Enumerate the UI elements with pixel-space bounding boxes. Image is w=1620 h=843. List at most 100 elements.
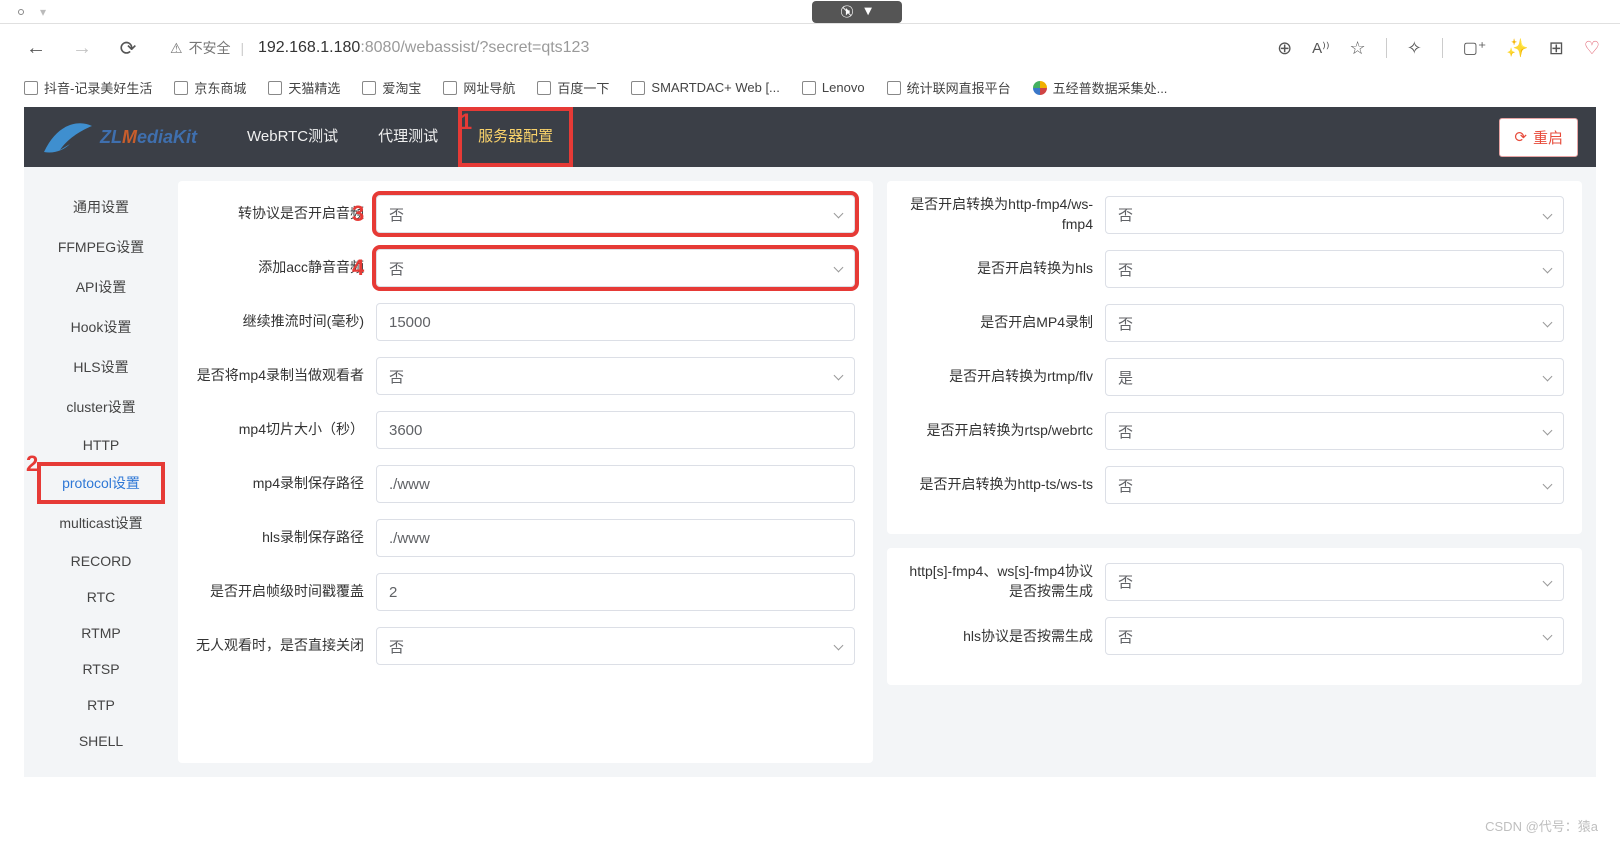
select-dropdown[interactable]: 否 [1105, 250, 1564, 288]
form-label: 继续推流时间(毫秒) [196, 312, 376, 332]
form-row: 无人观看时，是否直接关闭否 [196, 627, 855, 665]
bookmark-label: 爱淘宝 [382, 78, 421, 97]
logo-text: ZLMediaKit [100, 127, 197, 148]
restart-button[interactable]: ⟳ 重启 [1499, 118, 1578, 157]
bookmark-icon [887, 81, 901, 95]
form-label: 是否将mp4录制当做观看者 [196, 366, 376, 386]
nav-tab[interactable]: 代理测试1 [358, 107, 458, 167]
nav-tab[interactable]: 服务器配置 [458, 107, 573, 167]
sidebar-item[interactable]: API设置 [38, 267, 164, 307]
text-input[interactable]: 2 [376, 573, 855, 611]
search-icon[interactable]: ⊕ [1277, 38, 1292, 59]
select-dropdown[interactable]: 否 [1105, 304, 1564, 342]
form-row: 是否开启MP4录制否 [905, 304, 1564, 342]
bookmark-item[interactable]: 抖音-记录美好生活 [24, 78, 152, 97]
health-icon[interactable]: ♡ [1584, 38, 1600, 59]
sidebar-item[interactable]: HLS设置 [38, 347, 164, 387]
bookmark-label: 统计联网直报平台 [907, 78, 1011, 97]
form-label: 是否开启转换为http-ts/ws-ts [905, 475, 1105, 495]
bookmark-item[interactable]: 五经普数据采集处... [1033, 78, 1168, 97]
media-hub[interactable]: 🕨⃠ ▶ [812, 1, 902, 23]
warning-icon: ⚠ [170, 40, 183, 57]
text-input[interactable]: 15000 [376, 303, 855, 341]
text-input[interactable]: ./www [376, 519, 855, 557]
sidebar-item[interactable]: RECORD [38, 543, 164, 579]
select-dropdown[interactable]: 是 [1105, 358, 1564, 396]
bookmarks-bar: 抖音-记录美好生活 京东商城 天猫精选 爱淘宝 网址导航 百度一下 SMARTDAC+ We… [0, 72, 1620, 107]
logo[interactable]: ZLMediaKit [34, 116, 203, 158]
form-row: 是否开启帧级时间戳覆盖2 [196, 573, 855, 611]
bookmark-icon [443, 81, 457, 95]
sidebar-item[interactable]: protocol设置 [38, 463, 164, 503]
right-bottom-panel: http[s]-fmp4、ws[s]-fmp4协议是否按需生成否hls协议是否按… [887, 548, 1582, 685]
form-label: 是否开启转换为rtsp/webrtc [905, 421, 1105, 441]
bookmark-label: 网址导航 [463, 78, 515, 97]
bookmark-item[interactable]: 京东商城 [174, 78, 246, 97]
bookmark-item[interactable]: 网址导航 [443, 78, 515, 97]
sidebar-item[interactable]: Hook设置 [38, 307, 164, 347]
sidebar-item[interactable]: 通用设置 [38, 187, 164, 227]
bookmark-item[interactable]: 百度一下 [537, 78, 609, 97]
url-field[interactable]: ⚠ 不安全 | 192.168.1.180:8080/webassist/?se… [158, 31, 1263, 65]
bookmark-label: 京东商城 [194, 78, 246, 97]
insecure-badge: ⚠ 不安全 | [170, 38, 248, 58]
left-form-panel: 转协议是否开启音频3否添加acc静音音频4否继续推流时间(毫秒)15000是否将… [178, 181, 873, 763]
form-row: 是否开启转换为rtmp/flv是 [905, 358, 1564, 396]
bookmark-label: 抖音-记录美好生活 [44, 78, 152, 97]
app-header: ZLMediaKit WebRTC测试代理测试1服务器配置 ⟳ 重启 [24, 107, 1596, 167]
sidebar-item[interactable]: RTP [38, 687, 164, 723]
bookmark-item[interactable]: 爱淘宝 [362, 78, 421, 97]
downloads-icon[interactable]: ⊞ [1549, 38, 1564, 59]
play-icon: ▶ [862, 8, 873, 16]
select-dropdown[interactable]: 否 [1105, 466, 1564, 504]
back-button[interactable]: ← [20, 32, 52, 64]
select-dropdown[interactable]: 否 [1105, 196, 1564, 234]
annotation-3: 3 [352, 201, 364, 227]
sidebar-item[interactable]: SHELL [38, 723, 164, 759]
bookmark-icon [631, 81, 645, 95]
sidebar-item[interactable]: HTTP [38, 427, 164, 463]
select-dropdown[interactable]: 否 [1105, 617, 1564, 655]
form-label: http[s]-fmp4、ws[s]-fmp4协议是否按需生成 [905, 562, 1105, 601]
form-label: 是否开启帧级时间戳覆盖 [196, 582, 376, 602]
sidebar-item[interactable]: RTC [38, 579, 164, 615]
select-dropdown[interactable]: 否 [376, 357, 855, 395]
collections-icon[interactable]: ▢⁺ [1463, 38, 1487, 58]
form-label: mp4切片大小（秒） [196, 420, 376, 440]
form-row: mp4切片大小（秒）3600 [196, 411, 855, 449]
divider [1386, 38, 1387, 58]
favorite-icon[interactable]: ☆ [1350, 38, 1366, 59]
right-top-panel: 是否开启转换为http-fmp4/ws-fmp4否是否开启转换为hls否是否开启… [887, 181, 1582, 534]
bookmark-icon [537, 81, 551, 95]
form-row: 是否开启转换为hls否 [905, 250, 1564, 288]
select-dropdown[interactable]: 否 [376, 195, 855, 233]
select-dropdown[interactable]: 否 [376, 249, 855, 287]
bookmark-item[interactable]: 天猫精选 [268, 78, 340, 97]
dropdown-icon[interactable]: ▾ [38, 5, 48, 19]
form-label: 是否开启转换为hls [905, 259, 1105, 279]
select-dropdown[interactable]: 否 [1105, 563, 1564, 601]
sidebar-item[interactable]: RTSP [38, 651, 164, 687]
sidebar-item[interactable]: RTMP [38, 615, 164, 651]
text-input[interactable]: 3600 [376, 411, 855, 449]
read-aloud-icon[interactable]: A⁾⁾ [1312, 39, 1329, 57]
form-row: 转协议是否开启音频3否 [196, 195, 855, 233]
sidebar-item[interactable]: cluster设置 [38, 387, 164, 427]
annotation-2: 2 [26, 451, 38, 477]
refresh-button[interactable]: ⟳ [112, 32, 144, 64]
extensions-icon[interactable]: ✧ [1407, 38, 1422, 59]
sidebar-item[interactable]: multicast设置 [38, 503, 164, 543]
forward-button: → [66, 32, 98, 64]
bookmark-item[interactable]: 统计联网直报平台 [887, 78, 1011, 97]
form-label: 添加acc静音音频 [196, 258, 376, 278]
select-dropdown[interactable]: 否 [1105, 412, 1564, 450]
bookmark-item[interactable]: SMARTDAC+ Web [... [631, 80, 779, 95]
bookmark-icon [802, 81, 816, 95]
bookmark-item[interactable]: Lenovo [802, 80, 865, 95]
nav-tab[interactable]: WebRTC测试 [227, 107, 358, 167]
text-input[interactable]: ./www [376, 465, 855, 503]
select-dropdown[interactable]: 否 [376, 627, 855, 665]
favorites-list-icon[interactable]: ✨ [1506, 38, 1528, 59]
speaker-off-icon: 🕨⃠ [842, 4, 850, 19]
sidebar-item[interactable]: FFMPEG设置 [38, 227, 164, 267]
